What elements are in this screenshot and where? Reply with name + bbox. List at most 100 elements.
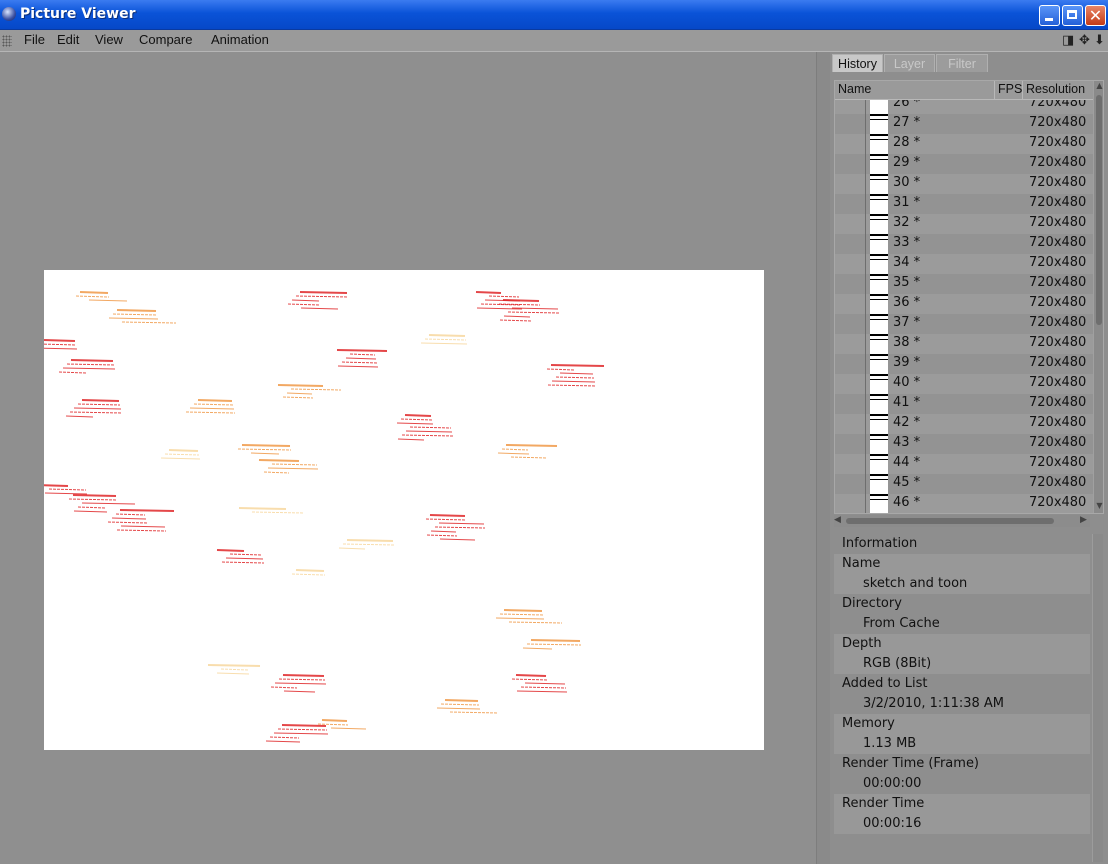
panel-splitter[interactable] [816,52,830,864]
info-label: Name [842,556,881,571]
history-row[interactable]: 36 * 720x480 [835,294,1093,314]
maximize-icon [1067,10,1077,19]
move-icon[interactable]: ✥ [1079,33,1090,48]
history-row[interactable]: 31 * 720x480 [835,194,1093,214]
info-value: sketch and toon [863,576,968,591]
scroll-down-icon[interactable]: ▼ [1095,501,1103,510]
sketch-stroke [79,291,109,294]
sketch-stroke [396,422,434,425]
scroll-right-icon[interactable]: ▶ [1080,515,1087,525]
history-row[interactable]: 29 * 720x480 [835,154,1093,174]
sketch-stroke [68,498,118,501]
history-row[interactable]: 26 * 720x480 [835,100,1093,114]
sketch-stroke [420,342,468,345]
sketch-stroke [290,388,342,391]
history-row[interactable]: 30 * 720x480 [835,174,1093,194]
frame-name: 44 * [893,455,921,470]
tab-history[interactable]: History [832,54,883,72]
frame-resolution: 720x480 [1029,375,1087,390]
column-name[interactable]: Name [838,82,871,96]
sketch-stroke [168,449,199,452]
sketch-stroke [341,361,378,364]
menu-compare[interactable]: Compare [137,32,194,47]
frame-name: 38 * [893,335,921,350]
menu-grip-icon [2,35,12,47]
frame-resolution: 720x480 [1029,335,1087,350]
info-row: Added to List 3/2/2010, 1:11:38 AM [834,674,1090,714]
frame-resolution: 720x480 [1029,135,1087,150]
image-viewport[interactable] [0,52,816,864]
scroll-up-icon[interactable]: ▲ [1095,81,1103,90]
frame-resolution: 720x480 [1029,455,1087,470]
tree-line [865,454,866,474]
menu-edit[interactable]: Edit [55,32,81,47]
sketch-stroke [409,426,452,429]
history-row[interactable]: 34 * 720x480 [835,254,1093,274]
column-resolution[interactable]: Resolution [1026,82,1085,96]
scroll-thumb[interactable] [1096,95,1102,325]
sketch-stroke [429,514,466,517]
maximize-button[interactable] [1062,5,1083,26]
scroll-left-icon[interactable]: ◀ [834,515,841,525]
history-row[interactable]: 37 * 720x480 [835,314,1093,334]
info-label: Render Time (Frame) [842,756,980,771]
history-row[interactable]: 46 * 720x480 [835,494,1093,513]
sketch-strokes [44,291,605,743]
history-row[interactable]: 40 * 720x480 [835,374,1093,394]
information-scrollbar[interactable] [1092,534,1103,862]
history-row[interactable]: 44 * 720x480 [835,454,1093,474]
sketch-stroke [108,317,159,320]
history-row[interactable]: 27 * 720x480 [835,114,1093,134]
history-row[interactable]: 32 * 720x480 [835,214,1093,234]
frame-thumbnail [870,414,888,434]
history-vertical-scrollbar[interactable]: ▲ ▼ [1093,81,1103,513]
frame-name: 31 * [893,195,921,210]
tree-line [865,274,866,294]
sketch-stroke [273,732,329,735]
close-button[interactable]: ✕ [1085,5,1106,26]
sketch-stroke [251,511,305,514]
history-row[interactable]: 39 * 720x480 [835,354,1093,374]
info-label: Depth [842,636,882,651]
frame-name: 41 * [893,395,921,410]
sketch-stroke [508,621,563,624]
history-row[interactable]: 35 * 720x480 [835,274,1093,294]
info-value: 1.13 MB [863,736,917,751]
sketch-stroke [250,452,280,455]
menu-file[interactable]: File [22,32,47,47]
sketch-stroke [510,456,548,459]
frame-resolution: 720x480 [1029,435,1087,450]
history-horizontal-scrollbar[interactable]: ◀ ▶ [834,515,1090,527]
sketch-stroke [120,525,166,528]
column-fps[interactable]: FPS [998,82,1022,96]
info-row: Render Time 00:00:16 [834,794,1090,834]
menu-animation[interactable]: Animation [209,32,271,47]
tree-line [865,294,866,314]
sketch-stroke [220,668,249,671]
history-row[interactable]: 33 * 720x480 [835,234,1093,254]
history-row[interactable]: 45 * 720x480 [835,474,1093,494]
history-row[interactable]: 43 * 720x480 [835,434,1093,454]
history-row[interactable]: 41 * 720x480 [835,394,1093,414]
panel-toggle-icon[interactable]: ◨ [1062,33,1074,48]
frame-thumbnail [870,334,888,354]
down-arrow-icon[interactable]: ⬇ [1094,33,1105,48]
sketch-stroke [112,313,158,316]
tab-layer[interactable]: Layer [884,54,935,72]
sketch-stroke [436,707,481,710]
info-label: Render Time [842,796,925,811]
history-row[interactable]: 38 * 720x480 [835,334,1093,354]
info-row: Memory 1.13 MB [834,714,1090,754]
horizontal-scroll-thumb[interactable] [846,518,1054,524]
sketch-stroke [526,643,582,646]
info-value: 3/2/2010, 1:11:38 AM [863,696,1005,711]
tab-filter[interactable]: Filter [936,54,988,72]
menu-view[interactable]: View [93,32,125,47]
sketch-stroke [221,561,265,564]
minimize-button[interactable] [1039,5,1060,26]
history-row[interactable]: 28 * 720x480 [835,134,1093,154]
sketch-stroke [77,403,121,406]
history-row[interactable]: 42 * 720x480 [835,414,1093,434]
tree-line [865,494,866,513]
information-header: Information [834,534,1090,555]
